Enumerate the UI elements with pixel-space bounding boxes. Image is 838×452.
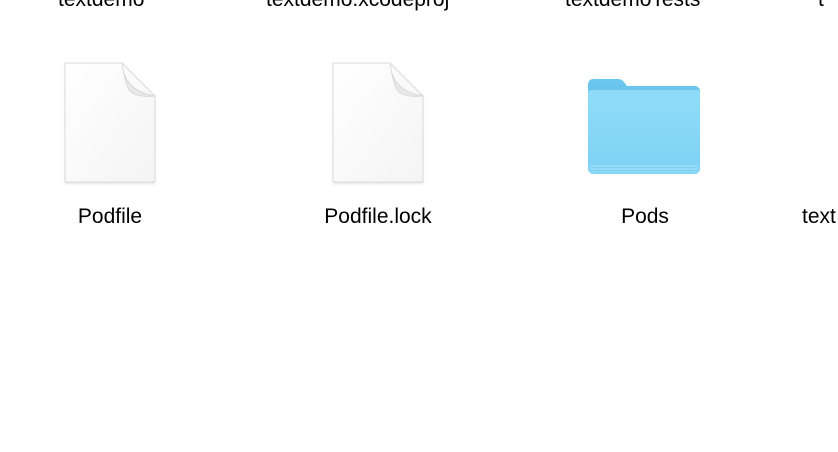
file-item-partial[interactable]: text	[802, 58, 838, 238]
file-item-podfile-lock[interactable]: Podfile.lock	[278, 58, 478, 238]
document-icon	[332, 62, 424, 184]
folder-icon	[588, 79, 700, 174]
file-item-podfile[interactable]: Podfile	[10, 58, 210, 238]
file-label-partial[interactable]: t	[818, 0, 824, 12]
file-name-label: Podfile	[77, 205, 143, 228]
file-label-xcodeproj[interactable]: textdemo.xcodeproj	[266, 0, 449, 12]
folder-item-pods[interactable]: Pods	[545, 58, 745, 238]
finder-icon-view: textdemo textdemo.xcodeproj textdemoTest…	[0, 0, 838, 452]
file-name-label: Podfile.lock	[324, 205, 432, 228]
file-label-tests[interactable]: textdemoTests	[565, 0, 700, 12]
folder-name-label: Pods	[621, 205, 669, 228]
file-label-textdemo[interactable]: textdemo	[58, 0, 144, 12]
document-icon	[64, 62, 156, 184]
file-name-label: text	[802, 205, 836, 228]
